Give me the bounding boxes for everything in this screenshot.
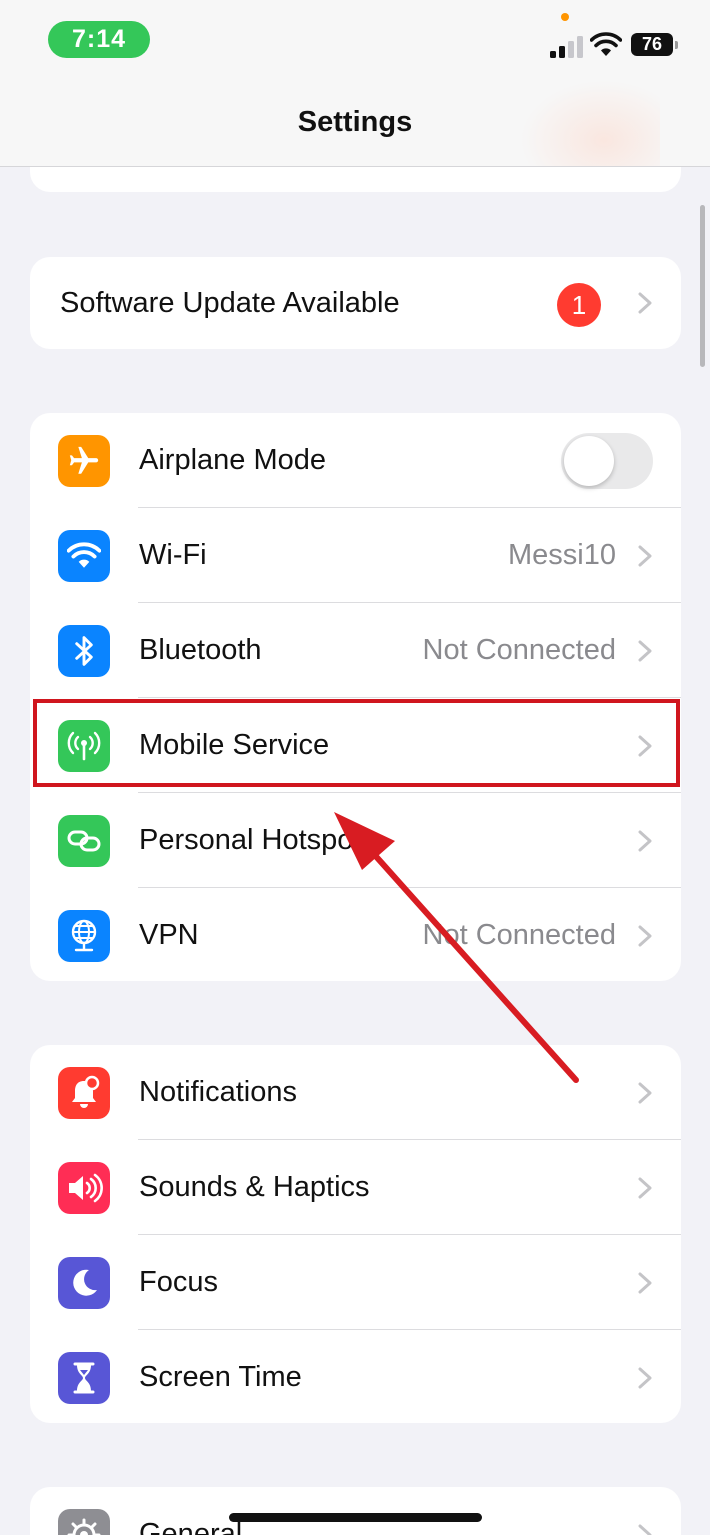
notification-bell-icon [58, 1067, 110, 1119]
toggle-knob [564, 436, 614, 486]
scroll-indicator[interactable] [700, 205, 705, 367]
software-update-group: Software Update Available 1 [30, 257, 681, 349]
bluetooth-icon [58, 625, 110, 677]
chevron-right-icon [638, 1367, 652, 1389]
chevron-right-icon [638, 830, 652, 852]
chevron-right-icon [638, 1177, 652, 1199]
chevron-right-icon [638, 1524, 652, 1535]
mobile-service-highlight-box [33, 699, 680, 787]
home-indicator[interactable] [229, 1513, 482, 1522]
wifi-icon [58, 530, 110, 582]
general-row[interactable]: General [30, 1487, 681, 1535]
update-badge: 1 [557, 283, 601, 327]
wifi-status-icon [590, 32, 622, 56]
navigation-bar: Settings [0, 80, 710, 167]
status-time[interactable]: 7:14 [48, 21, 150, 58]
battery-icon: 76 [631, 33, 678, 56]
bluetooth-row[interactable]: Bluetooth Not Connected [30, 603, 681, 698]
gear-icon [58, 1509, 110, 1535]
globe-network-icon [58, 910, 110, 962]
hotspot-link-icon [58, 815, 110, 867]
personal-hotspot-label: Personal Hotspot [139, 824, 362, 856]
bluetooth-status-value: Not Connected [422, 634, 616, 666]
screen-time-row[interactable]: Screen Time [30, 1330, 681, 1423]
bluetooth-label: Bluetooth [139, 634, 262, 666]
status-bar: 7:14 76 [0, 0, 710, 80]
wifi-row[interactable]: Wi-Fi Messi10 [30, 508, 681, 603]
wifi-label: Wi-Fi [139, 539, 207, 571]
page-title: Settings [297, 106, 413, 138]
airplane-mode-toggle[interactable] [561, 433, 653, 489]
wifi-network-value: Messi10 [508, 539, 616, 571]
hourglass-icon [58, 1352, 110, 1404]
notifications-label: Notifications [139, 1076, 297, 1108]
software-update-row[interactable]: Software Update Available 1 [30, 257, 681, 349]
chevron-right-icon [638, 640, 652, 662]
cellular-signal-icon [550, 36, 583, 58]
sounds-haptics-row[interactable]: Sounds & Haptics [30, 1140, 681, 1235]
chevron-right-icon [638, 925, 652, 947]
vpn-status-value: Not Connected [422, 919, 616, 951]
vpn-row[interactable]: VPN Not Connected [30, 888, 681, 981]
moon-icon [58, 1257, 110, 1309]
airplane-mode-row[interactable]: Airplane Mode [30, 413, 681, 508]
privacy-indicator-dot [561, 13, 569, 21]
airplane-mode-label: Airplane Mode [139, 444, 326, 476]
focus-row[interactable]: Focus [30, 1235, 681, 1330]
airplane-icon [58, 435, 110, 487]
chevron-right-icon [638, 1082, 652, 1104]
personal-hotspot-row[interactable]: Personal Hotspot [30, 793, 681, 888]
chevron-right-icon [638, 292, 652, 314]
general-label: General [139, 1518, 243, 1535]
focus-label: Focus [139, 1266, 218, 1298]
sounds-haptics-label: Sounds & Haptics [139, 1171, 370, 1203]
speaker-icon [58, 1162, 110, 1214]
connectivity-group: Airplane Mode Wi-Fi Messi10 Bluetooth No… [30, 413, 681, 981]
chevron-right-icon [638, 545, 652, 567]
screen-time-label: Screen Time [139, 1361, 302, 1393]
chevron-right-icon [638, 1272, 652, 1294]
vpn-label: VPN [139, 919, 199, 951]
notifications-row[interactable]: Notifications [30, 1045, 681, 1140]
general-group: General [30, 1487, 681, 1535]
software-update-label: Software Update Available [60, 287, 400, 319]
notifications-group: Notifications Sounds & Haptics Focus Scr… [30, 1045, 681, 1423]
apple-id-group-partial[interactable] [30, 167, 681, 192]
